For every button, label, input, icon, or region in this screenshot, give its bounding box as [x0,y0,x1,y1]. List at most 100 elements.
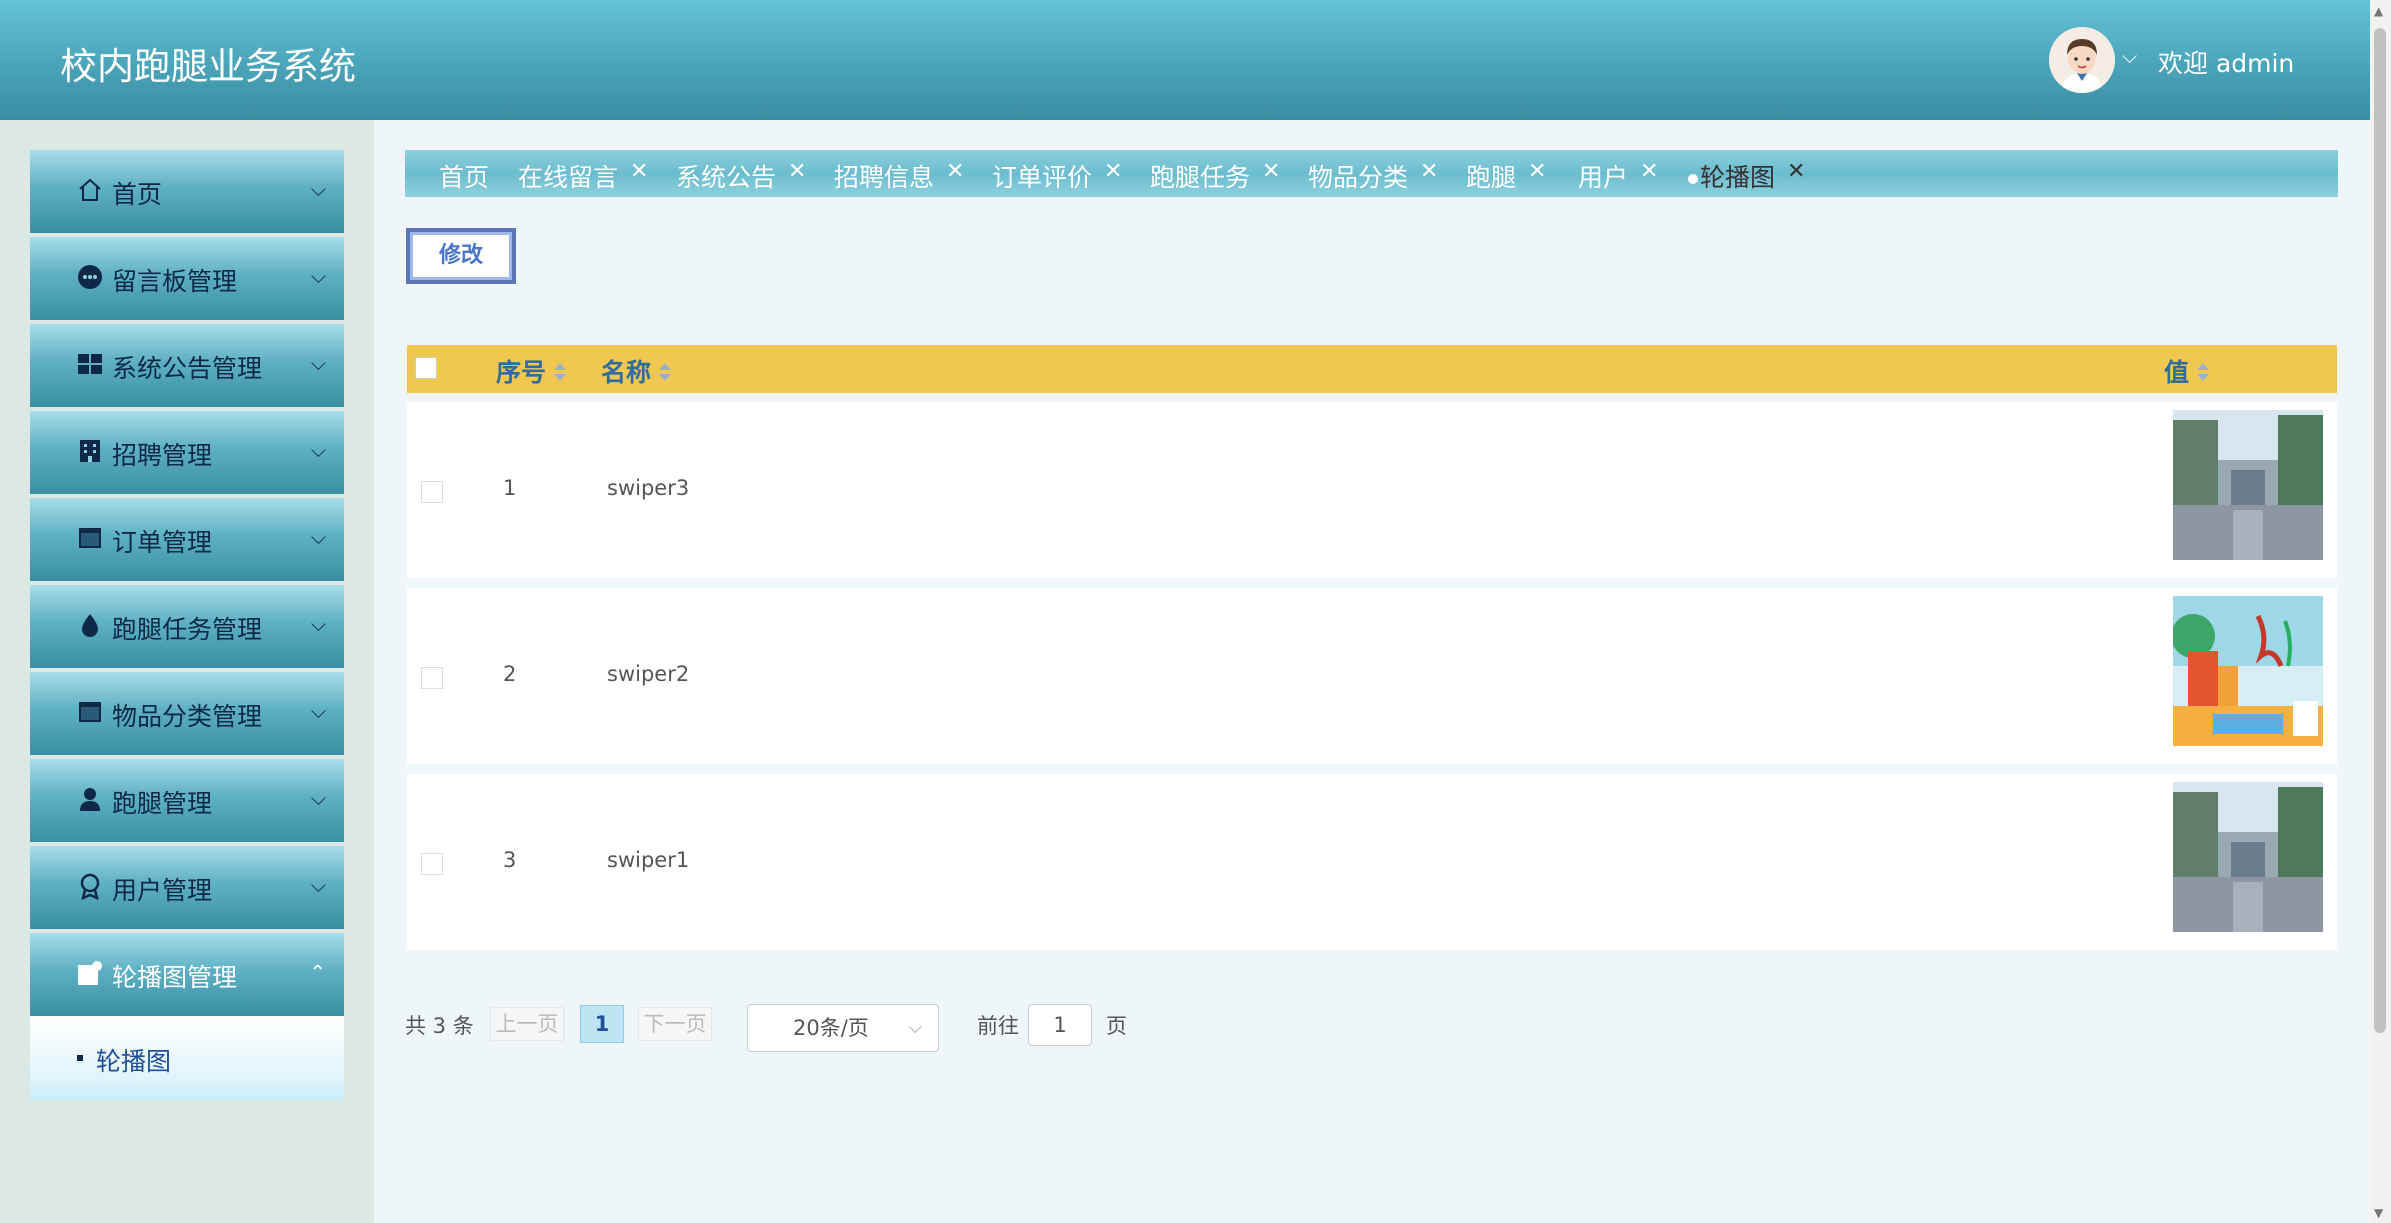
tab-label: 招聘信息 [834,163,935,192]
row-name: swiper3 [607,476,690,500]
close-icon[interactable]: ✕ [1262,159,1280,184]
sort-icon[interactable] [2197,363,2210,383]
tab-label: 在线留言 [518,163,619,192]
tab-runners[interactable]: 跑腿 ✕ [1466,158,1546,194]
tab-errand-tasks[interactable]: 跑腿任务 ✕ [1150,158,1280,194]
sidebar-item-label: 订单管理 [112,528,213,557]
carousel-thumbnail[interactable] [2173,596,2323,746]
row-index: 1 [503,476,517,500]
close-icon[interactable]: ✕ [630,159,648,184]
sort-icon[interactable] [554,363,567,383]
user-menu-chevron-icon[interactable]: ⌵ [2122,44,2137,68]
close-icon[interactable]: ✕ [788,159,806,184]
tab-label: 物品分类 [1308,163,1409,192]
tab-item-categories[interactable]: 物品分类 ✕ [1308,158,1438,194]
row-checkbox[interactable] [421,481,443,503]
sidebar-item-label: 系统公告管理 [112,354,263,383]
goto-page-input[interactable]: 1 [1028,1004,1092,1046]
close-icon[interactable]: ✕ [1787,159,1805,184]
table-header: 序号 名称 值 [407,345,2337,393]
sidebar-subitem-label: 轮播图 [96,1047,172,1076]
tab-label: 跑腿任务 [1150,163,1251,192]
select-all-checkbox[interactable] [415,357,437,379]
column-label: 名称 [601,358,652,387]
close-icon[interactable]: ✕ [1104,159,1122,184]
carousel-thumbnail[interactable] [2173,782,2323,932]
window-icon [76,698,104,726]
chevron-down-icon: ⌵ [310,873,326,897]
chevron-down-icon: ⌵ [310,264,326,288]
sidebar-item-announcements[interactable]: 系统公告管理 ⌵ [30,324,344,407]
close-icon[interactable]: ✕ [1640,159,1658,184]
app-title: 校内跑腿业务系统 [60,45,356,88]
pagination-total: 共 3 条 [405,1014,474,1038]
sidebar-item-message-board[interactable]: 留言板管理 ⌵ [30,237,344,320]
sidebar-item-label: 跑腿任务管理 [112,615,263,644]
sidebar-item-recruitment[interactable]: 招聘管理 ⌵ [30,411,344,494]
home-icon [76,176,104,204]
tab-users[interactable]: 用户 ✕ [1578,158,1658,194]
image-icon [76,959,104,987]
award-icon [76,872,104,901]
edit-button[interactable]: 修改 [406,228,516,284]
active-dot-icon [1688,174,1698,184]
scroll-up-arrow-icon[interactable]: ▲ [2374,4,2383,18]
table-row[interactable]: 2 swiper2 [407,588,2337,764]
scroll-down-arrow-icon[interactable]: ▼ [2374,1206,2383,1220]
tab-online-messages[interactable]: 在线留言 ✕ [518,158,648,194]
close-icon[interactable]: ✕ [946,159,964,184]
tab-recruitment[interactable]: 招聘信息 ✕ [834,158,964,194]
chevron-down-icon: ⌵ [310,786,326,810]
row-checkbox[interactable] [421,667,443,689]
column-header-value[interactable]: 值 [2164,353,2210,389]
window-icon [76,524,104,552]
tab-home[interactable]: 首页 [439,158,489,194]
tab-label: 订单评价 [992,163,1093,192]
column-label: 序号 [496,358,547,387]
page-number-button[interactable]: 1 [580,1005,624,1043]
sidebar-item-label: 轮播图管理 [112,963,238,992]
sidebar-item-errand-tasks[interactable]: 跑腿任务管理 ⌵ [30,585,344,668]
sidebar-item-label: 首页 [112,180,163,209]
close-icon[interactable]: ✕ [1420,159,1438,184]
next-page-button[interactable]: 下一页 [638,1007,712,1041]
row-index: 3 [503,848,517,872]
person-icon [76,785,104,813]
sidebar-item-orders[interactable]: 订单管理 ⌵ [30,498,344,581]
tab-order-reviews[interactable]: 订单评价 ✕ [992,158,1122,194]
sidebar-subitem-carousel[interactable]: 轮播图 [30,1016,344,1100]
tab-label: 首页 [439,163,490,192]
grid-icon [76,350,104,378]
prev-page-button[interactable]: 上一页 [490,1007,564,1041]
sort-icon[interactable] [659,363,672,383]
sidebar-item-item-categories[interactable]: 物品分类管理 ⌵ [30,672,344,755]
row-checkbox[interactable] [421,853,443,875]
sidebar-item-label: 跑腿管理 [112,789,213,818]
sidebar-item-home[interactable]: 首页 ⌵ [30,150,344,233]
sidebar-item-label: 物品分类管理 [112,702,263,731]
sidebar-item-carousel[interactable]: 轮播图管理 ⌃ [30,933,344,1016]
sidebar-menu: 首页 ⌵ 留言板管理 ⌵ 系统公告管理 ⌵ 招聘管理 ⌵ 订单管理 ⌵ 跑腿任务… [30,150,344,1100]
table-row[interactable]: 3 swiper1 [407,774,2337,950]
bullet-icon [77,1055,83,1061]
user-avatar[interactable] [2049,27,2115,93]
column-label: 值 [2164,358,2190,387]
welcome-text[interactable]: 欢迎 admin [2158,44,2294,80]
carousel-thumbnail[interactable] [2173,410,2323,560]
tab-announcements[interactable]: 系统公告 ✕ [676,158,806,194]
building-icon [76,437,104,465]
column-header-index[interactable]: 序号 [496,353,567,389]
top-header: 校内跑腿业务系统 ⌵ 欢迎 admin [0,0,2370,120]
sidebar-item-users[interactable]: 用户管理 ⌵ [30,846,344,929]
goto-unit-label: 页 [1106,1014,1127,1038]
page-size-select[interactable]: 20条/页 ⌵ [747,1004,939,1052]
table-row[interactable]: 1 swiper3 [407,402,2337,578]
column-header-name[interactable]: 名称 [601,353,672,389]
close-icon[interactable]: ✕ [1528,159,1546,184]
chevron-down-icon: ⌵ [310,612,326,636]
sidebar-item-label: 用户管理 [112,876,213,905]
sidebar-item-runners[interactable]: 跑腿管理 ⌵ [30,759,344,842]
tab-carousel[interactable]: 轮播图 ✕ [1688,158,1805,194]
tab-label: 跑腿 [1466,163,1517,192]
scrollbar-thumb[interactable] [2374,28,2386,1033]
